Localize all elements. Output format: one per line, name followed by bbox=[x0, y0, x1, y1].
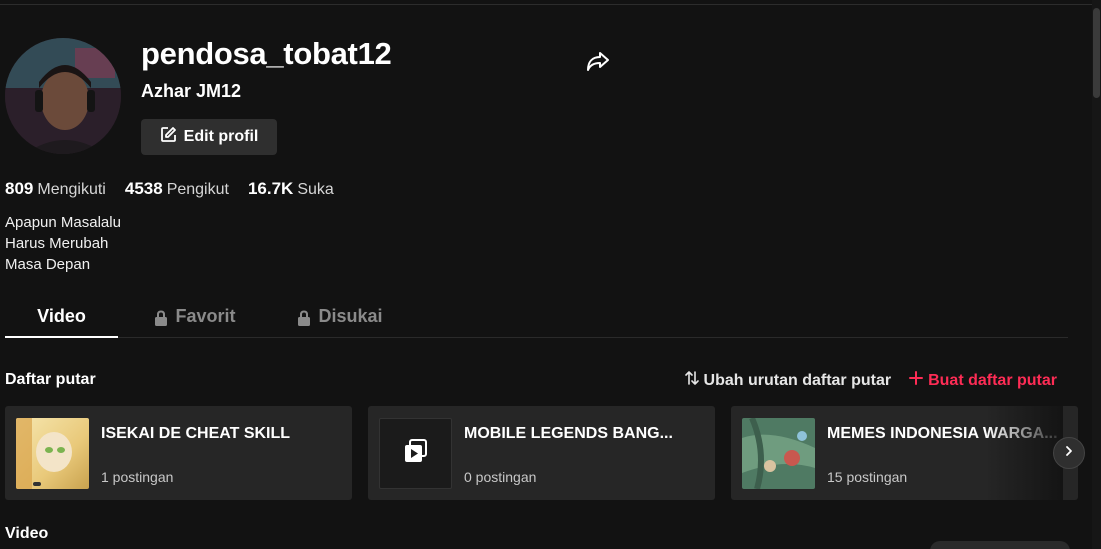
profile-stats: 809 Mengikuti 4538 Pengikut 16.7K Suka bbox=[5, 179, 334, 199]
top-divider bbox=[0, 4, 1092, 5]
playlist-card[interactable]: ISEKAI DE CHEAT SKILL 1 postingan bbox=[5, 406, 352, 500]
nickname: Azhar JM12 bbox=[141, 81, 242, 101]
scrollbar-thumb[interactable] bbox=[1093, 8, 1100, 98]
create-playlist-button[interactable]: Buat daftar putar bbox=[909, 370, 1057, 391]
create-label: Buat daftar putar bbox=[928, 371, 1057, 389]
playlist-thumbnail bbox=[16, 417, 89, 489]
playlist-title: ISEKAI DE CHEAT SKILL bbox=[101, 424, 291, 442]
playlist-card[interactable]: MEMES INDONESIA WARGA... 15 postingan bbox=[731, 406, 1078, 500]
playlist-title: MEMES INDONESIA WARGA... bbox=[827, 424, 1058, 442]
playlists-title: Daftar putar bbox=[5, 371, 96, 388]
playlist-thumbnail bbox=[742, 417, 815, 489]
videos-title: Video bbox=[5, 525, 49, 542]
tab-label: Favorit bbox=[175, 306, 236, 326]
tab-disukai[interactable]: Disukai bbox=[290, 297, 390, 338]
video-filter-control[interactable] bbox=[930, 541, 1070, 549]
avatar-photo bbox=[5, 38, 121, 154]
stat-followers[interactable]: 4538 Pengikut bbox=[125, 179, 229, 199]
plus-icon bbox=[909, 371, 924, 390]
chevron-right-icon bbox=[1063, 444, 1075, 462]
tab-label: Video bbox=[37, 306, 86, 326]
playlist-count: 0 postingan bbox=[464, 468, 537, 485]
playlist-title: MOBILE LEGENDS BANG... bbox=[464, 424, 673, 442]
profile-tabs: Video Favorit Disukai bbox=[5, 297, 1068, 338]
stat-following[interactable]: 809 Mengikuti bbox=[5, 179, 106, 199]
playlist-thumbnail bbox=[379, 417, 452, 489]
lock-icon bbox=[297, 306, 311, 331]
edit-profile-button[interactable]: Edit profil bbox=[141, 119, 277, 155]
stat-label: Mengikuti bbox=[37, 181, 106, 198]
playlist-play-icon bbox=[403, 438, 429, 469]
sort-icon bbox=[684, 370, 699, 391]
stat-likes: 16.7K Suka bbox=[248, 179, 334, 199]
carousel-next-button[interactable] bbox=[1053, 437, 1085, 469]
stat-value: 4538 bbox=[124, 179, 163, 198]
profile-bio: Apapun Masalalu Harus Merubah Masa Depan bbox=[5, 214, 121, 273]
reorder-playlists-button[interactable]: Ubah urutan daftar putar bbox=[684, 370, 892, 391]
playlist-count: 15 postingan bbox=[827, 468, 908, 485]
stat-value: 809 bbox=[5, 179, 34, 198]
tab-video[interactable]: Video bbox=[5, 297, 118, 338]
lock-icon bbox=[154, 306, 168, 331]
edit-profile-label: Edit profil bbox=[183, 128, 259, 145]
scrollbar[interactable] bbox=[1092, 0, 1101, 549]
stat-value: 16.7K bbox=[247, 179, 294, 198]
avatar[interactable] bbox=[5, 38, 121, 154]
reorder-label: Ubah urutan daftar putar bbox=[703, 371, 892, 389]
stat-label: Suka bbox=[297, 181, 334, 198]
active-tab-indicator bbox=[5, 336, 118, 338]
username: pendosa_tobat12 bbox=[141, 36, 392, 71]
playlist-actions: Ubah urutan daftar putar Buat daftar put… bbox=[684, 370, 1057, 391]
stat-label: Pengikut bbox=[166, 181, 229, 198]
edit-icon bbox=[160, 126, 177, 148]
playlist-count: 1 postingan bbox=[101, 468, 174, 485]
tab-favorit[interactable]: Favorit bbox=[145, 297, 245, 338]
share-icon[interactable] bbox=[584, 47, 612, 75]
tab-label: Disukai bbox=[318, 306, 383, 326]
playlist-card[interactable]: MOBILE LEGENDS BANG... 0 postingan bbox=[368, 406, 715, 500]
